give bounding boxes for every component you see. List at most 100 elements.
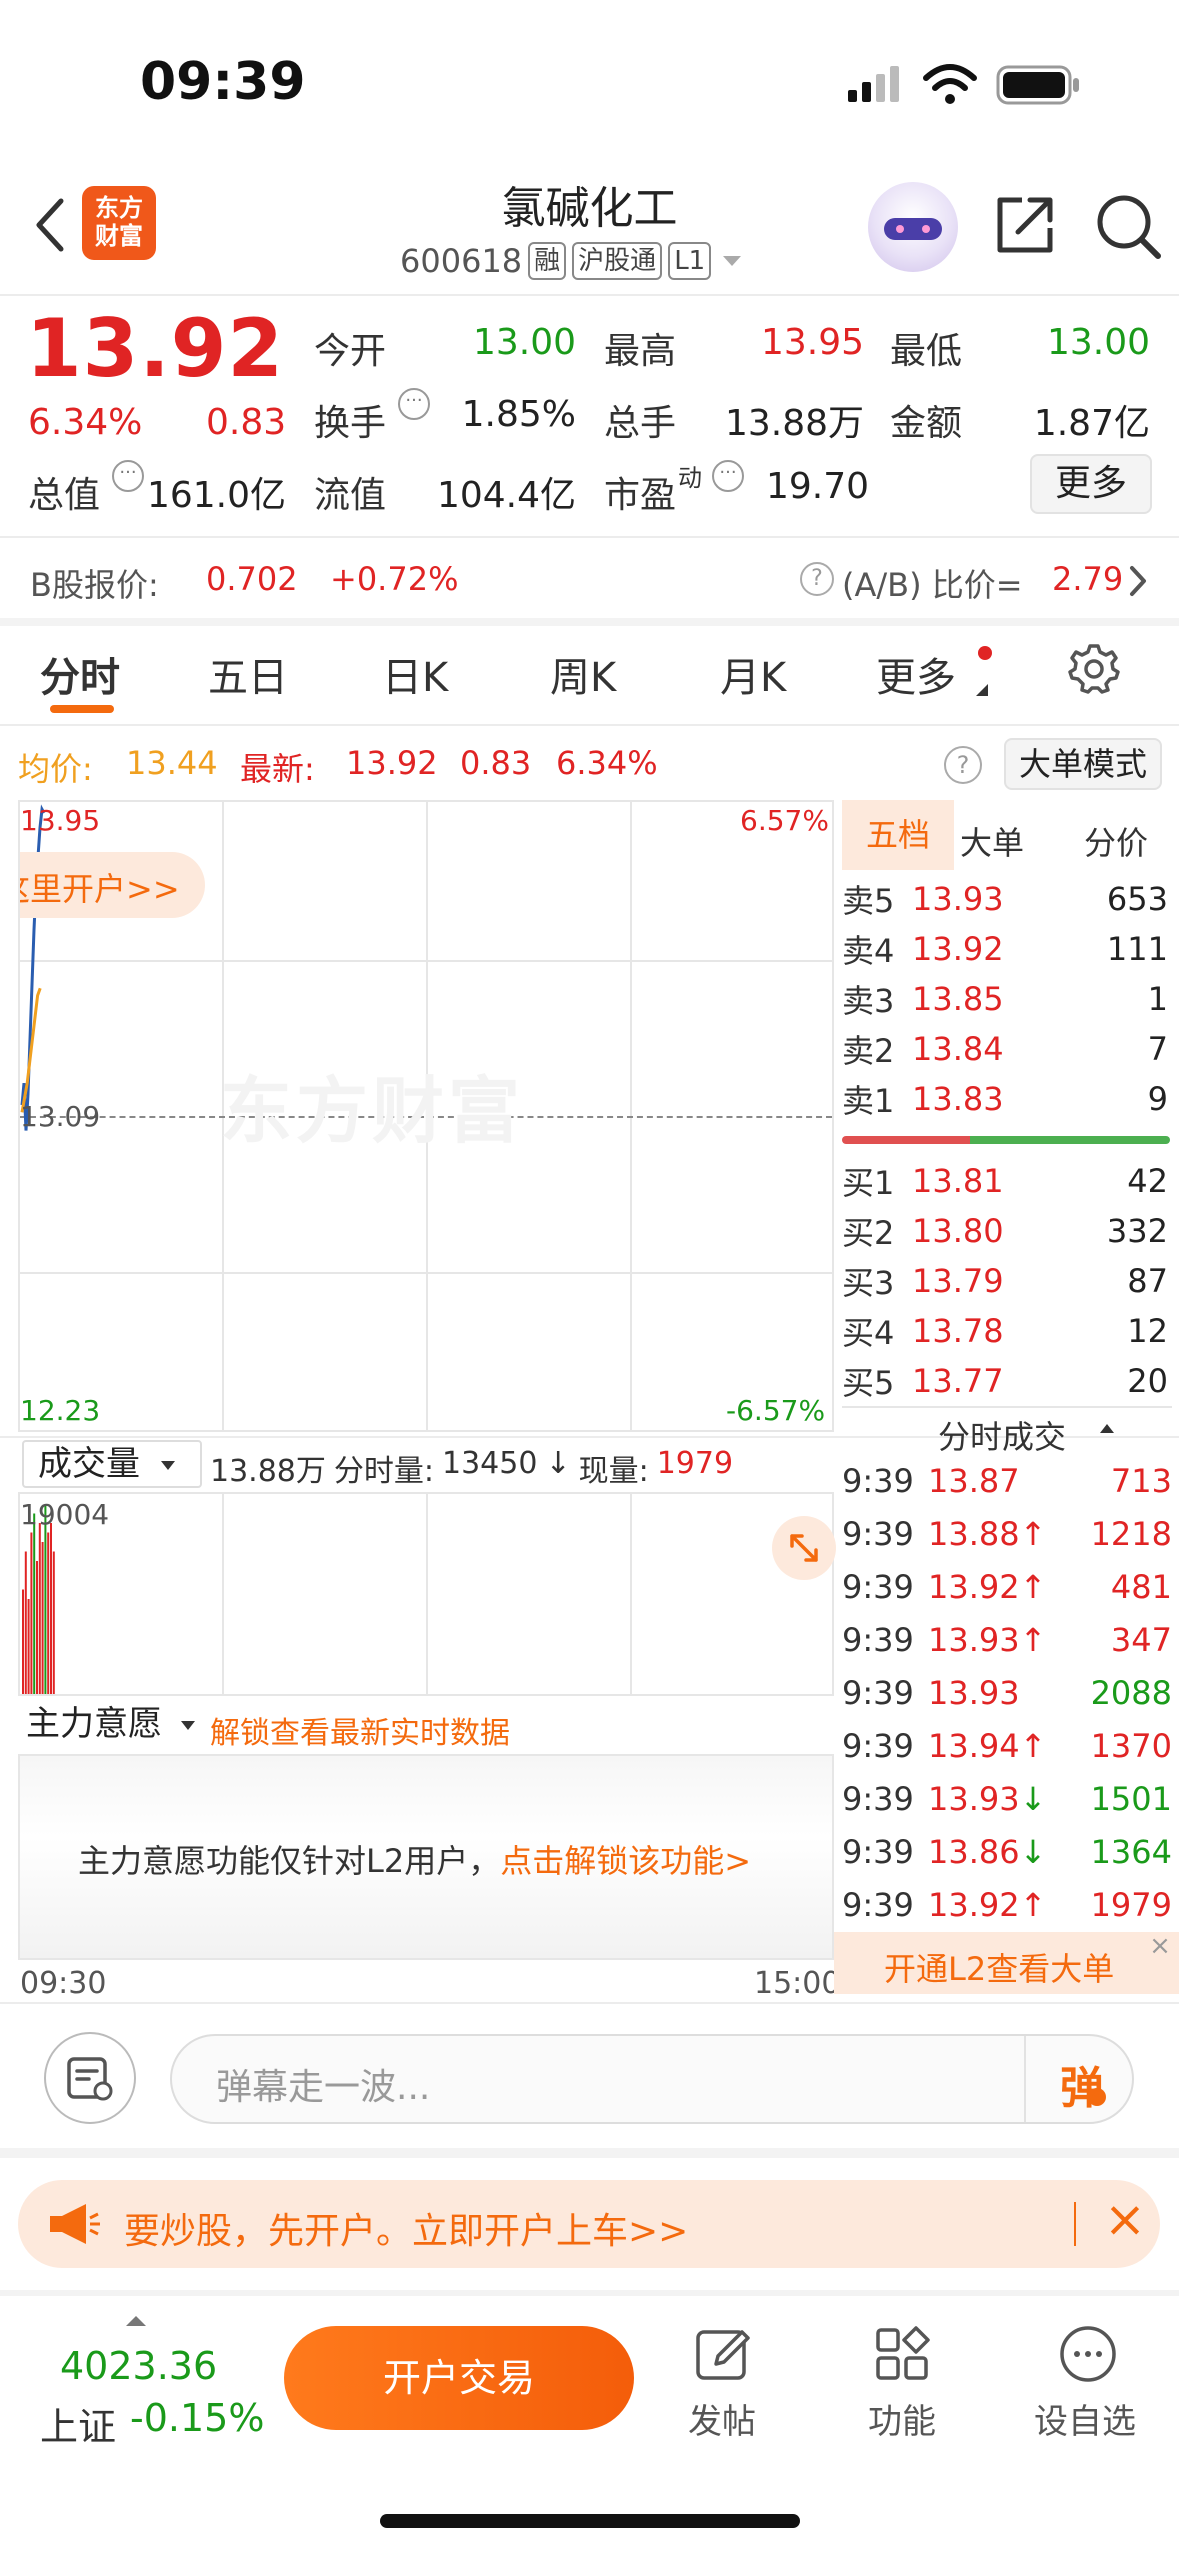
tab-monthly-k[interactable]: 月K	[720, 645, 786, 703]
trade-volume: 1979	[1090, 1885, 1172, 1924]
close-icon[interactable]: ×	[1147, 1933, 1173, 1960]
check-badge-icon	[1088, 2088, 1106, 2106]
share-icon[interactable]	[990, 190, 1060, 260]
functions-label[interactable]: 功能	[868, 2394, 936, 2443]
connect-tag: 沪股通	[572, 242, 663, 280]
tab-intraday[interactable]: 分时	[40, 645, 120, 703]
trade-volume: 481	[1110, 1567, 1172, 1606]
info-dots-icon[interactable]: ···	[112, 460, 144, 492]
danmaku-settings-icon[interactable]	[44, 2032, 136, 2124]
trade-arrow: ↓	[1019, 1832, 1047, 1871]
avg-price-value: 13.44	[126, 744, 218, 782]
b-share-price: 0.702	[206, 560, 298, 598]
trade-arrow: ↓	[1019, 1779, 1047, 1818]
chevron-right-icon[interactable]	[1126, 564, 1150, 598]
volume-total: 13.88万	[210, 1454, 326, 1489]
buy-sell-ratio-bar-buy	[970, 1136, 1170, 1144]
current-volume-label: 现量:	[578, 1454, 649, 1489]
stat-value-float-cap: 104.4亿	[436, 475, 576, 516]
tab-five-day[interactable]: 五日	[208, 645, 288, 703]
trade-row: 9:39 13.88↑ 1218	[842, 1507, 1172, 1560]
stat-label-low: 最低	[890, 331, 963, 372]
volume-dropdown[interactable]: 成交量	[22, 1440, 202, 1488]
settings-gear-icon[interactable]	[1066, 640, 1122, 696]
functions-icon[interactable]	[874, 2326, 932, 2384]
change-percent: 6.34%	[28, 402, 143, 443]
l2-promo-text: 开通L2查看大单	[884, 1950, 1115, 1988]
section-gap	[0, 2290, 1179, 2296]
stat-value-volume: 13.88万	[724, 403, 864, 444]
post-label[interactable]: 发帖	[688, 2394, 756, 2443]
tab-price-distribution[interactable]: 分价	[1084, 818, 1148, 864]
add-watchlist-label[interactable]: 设自选	[1034, 2394, 1136, 2443]
trade-time: 9:39	[842, 1779, 914, 1818]
expand-up-triangle-icon[interactable]	[126, 2316, 146, 2326]
order-buy-row: 买5 13.77 20	[842, 1362, 1168, 1402]
order-buy-row: 买3 13.79 87	[842, 1262, 1168, 1302]
close-icon[interactable]: ×	[1104, 2190, 1146, 2248]
megaphone-icon	[46, 2202, 100, 2246]
danmaku-send-icon[interactable]: 弹	[1060, 2052, 1104, 2116]
volume-bar	[33, 1513, 36, 1694]
down-arrow-icon: ↓	[545, 1446, 571, 1481]
trade-arrow: ↑	[1019, 1726, 1047, 1765]
open-account-promo[interactable]: 要炒股，先开户。立即开户上车>> ×	[18, 2180, 1160, 2268]
info-dots-icon[interactable]: ···	[398, 388, 430, 420]
post-icon[interactable]	[694, 2324, 754, 2384]
volume-bar	[50, 1523, 52, 1694]
expand-icon[interactable]	[772, 1516, 836, 1580]
danmaku-placeholder: 弹幕走一波...	[216, 2067, 431, 2108]
trade-row: 9:39 13.86↓ 1364	[842, 1825, 1172, 1878]
more-stats-button[interactable]: 更多	[1030, 454, 1152, 514]
help-icon[interactable]: ?	[800, 562, 834, 596]
signal-icon	[846, 64, 906, 104]
trade-row: 9:39 13.93↑ 347	[842, 1613, 1172, 1666]
chart-low-label: 12.23	[20, 1394, 101, 1427]
orderbook-divider	[842, 1406, 1172, 1408]
home-indicator	[380, 2514, 800, 2528]
tab-daily-k[interactable]: 日K	[382, 645, 448, 703]
open-trade-button[interactable]: 开户交易	[284, 2326, 634, 2430]
open-account-banner[interactable]: 这里开户>>	[20, 852, 205, 918]
trade-time: 9:39	[842, 1461, 914, 1500]
chart-low-pct: -6.57%	[726, 1394, 826, 1427]
tab-big-orders[interactable]: 大单	[960, 818, 1024, 864]
l2-promo[interactable]: 开通L2查看大单 ×	[834, 1932, 1179, 1994]
order-buy-row: 买2 13.80 332	[842, 1212, 1168, 1252]
big-order-mode-button[interactable]: 大单模式	[1004, 738, 1162, 790]
unlock-feature-link[interactable]: 点击解锁该功能>	[500, 1842, 751, 1880]
stat-label-market-cap: 总值	[28, 475, 101, 516]
assistant-robot-icon[interactable]	[868, 182, 958, 272]
margin-tag: 融	[528, 242, 567, 280]
tab-more[interactable]: 更多	[876, 645, 956, 703]
trades-title[interactable]: 分时成交	[938, 1412, 1066, 1458]
main-force-dropdown[interactable]: 主力意愿	[22, 1702, 202, 1750]
latest-label: 最新:	[240, 750, 315, 788]
main-force-notice: 主力意愿功能仅针对L2用户，点击解锁该功能>	[78, 1836, 751, 1882]
index-name[interactable]: 上证	[40, 2396, 116, 2451]
chart-mid-label: 13.09	[20, 1100, 101, 1133]
unlock-realtime-link[interactable]: 解锁查看最新实时数据	[210, 1708, 510, 1752]
stat-label-high: 最高	[604, 331, 677, 372]
latest-price: 13.92	[346, 744, 438, 782]
add-watchlist-icon[interactable]	[1058, 2324, 1118, 2384]
volume-chart[interactable]	[18, 1492, 836, 1696]
collapse-triangle-icon[interactable]	[1100, 1424, 1114, 1433]
tab-weekly-k[interactable]: 周K	[550, 645, 616, 703]
trade-volume: 713	[1110, 1461, 1172, 1500]
active-tab-underline	[50, 705, 114, 713]
dropdown-triangle-icon	[723, 256, 742, 266]
banner-text: 这里开户>>	[20, 870, 180, 908]
avg-price-label: 均价:	[18, 750, 93, 788]
stock-code-line[interactable]: 600618 融 沪股通 L1	[400, 242, 742, 280]
stat-label-turnover: 换手	[314, 403, 387, 444]
search-icon[interactable]	[1092, 190, 1164, 262]
section-gap	[0, 618, 1179, 626]
ab-ratio-label[interactable]: (A/B) 比价=	[842, 560, 1023, 606]
help-icon[interactable]: ?	[944, 746, 982, 784]
tab-five-levels[interactable]: 五档	[842, 800, 954, 870]
index-value[interactable]: 4023.36	[60, 2344, 217, 2388]
index-change[interactable]: -0.15%	[130, 2396, 264, 2440]
danmaku-input[interactable]: 弹幕走一波... 弹	[170, 2034, 1134, 2124]
trade-time: 9:39	[842, 1567, 914, 1606]
